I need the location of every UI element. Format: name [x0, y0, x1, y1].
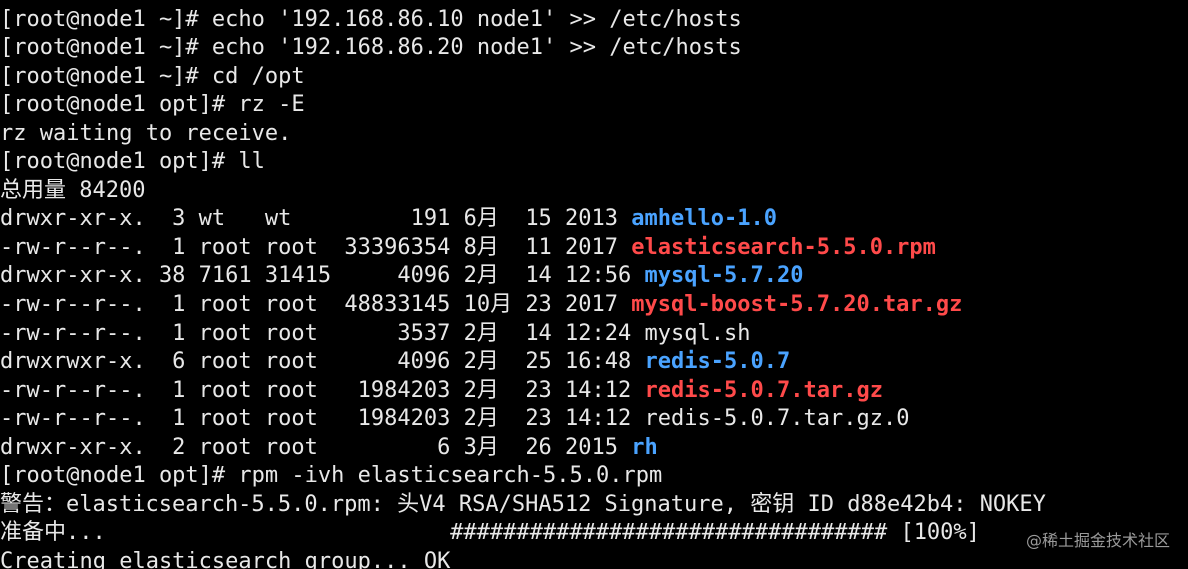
terminal-window[interactable]: [root@node1 ~]# echo '192.168.86.10 node…: [0, 0, 1188, 569]
listing-meta: drwxr-xr-x. 38 7161 31415 4096 2月 14 12:…: [0, 263, 645, 288]
listing-meta: drwxrwxr-x. 6 root root 4096 2月 25 16:48: [0, 349, 645, 374]
listing-meta: -rw-r--r--. 1 root root 1984203 2月 23 14…: [0, 406, 645, 431]
terminal-line: Creating elasticsearch group... OK: [0, 549, 451, 569]
terminal-line: [root@node1 opt]# ll: [0, 149, 265, 174]
listing-row: -rw-r--r--. 1 root root 1984203 2月 23 14…: [0, 405, 909, 434]
terminal-line: 总用量 84200: [0, 178, 146, 203]
listing-meta: drwxr-xr-x. 2 root root 6 3月 26 2015: [0, 435, 632, 460]
listing-name: rh: [631, 435, 658, 460]
listing-row: -rw-r--r--. 1 root root 48833145 10月 23 …: [0, 291, 962, 320]
terminal-line: 警告：elasticsearch-5.5.0.rpm: 头V4 RSA/SHA5…: [0, 492, 1046, 517]
terminal-line: [root@node1 opt]# rpm -ivh elasticsearch…: [0, 463, 663, 488]
listing-meta: -rw-r--r--. 1 root root 1984203 2月 23 14…: [0, 378, 645, 403]
terminal-line: [root@node1 ~]# cd /opt: [0, 64, 305, 89]
listing-name: amhello-1.0: [631, 206, 777, 231]
listing-meta: drwxr-xr-x. 3 wt wt 191 6月 15 2013: [0, 206, 632, 231]
listing-row: -rw-r--r--. 1 root root 33396354 8月 11 2…: [0, 234, 936, 263]
listing-name: redis-5.0.7: [644, 349, 791, 374]
terminal-line: [root@node1 opt]# rz -E: [0, 92, 305, 117]
listing-row: drwxr-xr-x. 38 7161 31415 4096 2月 14 12:…: [0, 262, 803, 291]
listing-row: -rw-r--r--. 1 root root 3537 2月 14 12:24…: [0, 320, 751, 349]
listing-name: mysql-5.7.20: [644, 263, 804, 288]
terminal-line: 准备中... #################################…: [0, 520, 980, 545]
listing-meta: -rw-r--r--. 1 root root 33396354 8月 11 2…: [0, 235, 632, 260]
listing-name: mysql-boost-5.7.20.tar.gz: [631, 292, 963, 317]
listing-meta: -rw-r--r--. 1 root root 48833145 10月 23 …: [0, 292, 632, 317]
terminal-line: rz waiting to receive.: [0, 121, 292, 146]
watermark: @稀土掘金技术社区: [1025, 531, 1170, 550]
listing-row: -rw-r--r--. 1 root root 1984203 2月 23 14…: [0, 377, 883, 406]
listing-row: drwxrwxr-x. 6 root root 4096 2月 25 16:48…: [0, 348, 790, 377]
listing-name: mysql.sh: [644, 321, 751, 346]
listing-name: redis-5.0.7.tar.gz: [644, 378, 883, 403]
listing-name: redis-5.0.7.tar.gz.0: [644, 406, 910, 431]
listing-name: elasticsearch-5.5.0.rpm: [631, 235, 936, 260]
listing-meta: -rw-r--r--. 1 root root 3537 2月 14 12:24: [0, 321, 645, 346]
terminal-line: [root@node1 ~]# echo '192.168.86.20 node…: [0, 35, 742, 60]
terminal-line: [root@node1 ~]# echo '192.168.86.10 node…: [0, 7, 742, 32]
listing-row: drwxr-xr-x. 2 root root 6 3月 26 2015 rh: [0, 434, 658, 463]
listing-row: drwxr-xr-x. 3 wt wt 191 6月 15 2013 amhel…: [0, 205, 777, 234]
